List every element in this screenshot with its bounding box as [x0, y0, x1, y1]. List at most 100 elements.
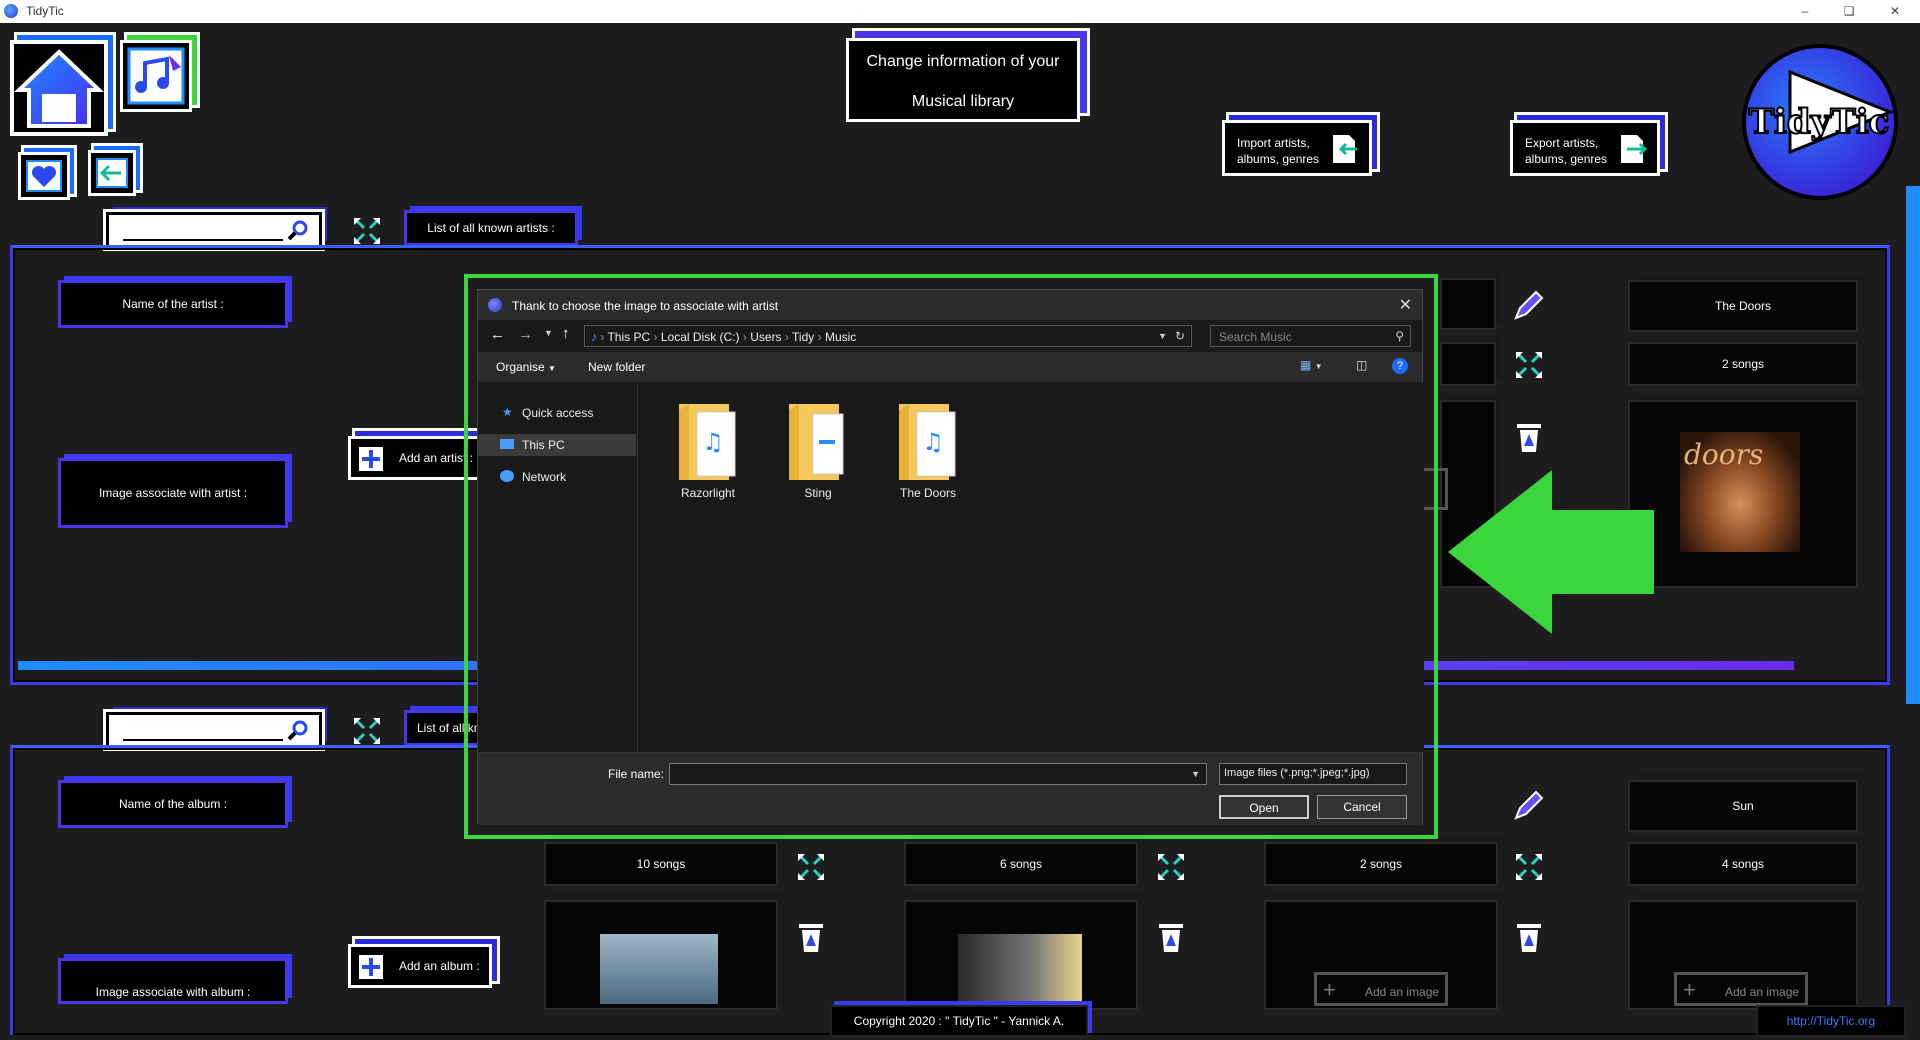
- trash-icon[interactable]: [796, 920, 826, 954]
- green-arrow-indicator: [1448, 470, 1654, 634]
- artist-search-input[interactable]: [123, 223, 283, 241]
- address-bar[interactable]: ♪ › This PC › Local Disk (C:) › Users › …: [584, 325, 1192, 347]
- folder-the-doors[interactable]: ♫ The Doors: [883, 400, 973, 510]
- page-scrollbar[interactable]: [1906, 186, 1920, 704]
- file-name-input[interactable]: ▼: [669, 763, 1207, 785]
- album-image-label: Image associate with album :: [58, 958, 288, 1004]
- add-image-label: Add an image: [1725, 985, 1800, 999]
- folder-label: Sting: [804, 486, 832, 500]
- music-folder-icon: ♫: [679, 404, 736, 480]
- shuffle-icon[interactable]: [796, 852, 826, 882]
- network-icon: [500, 470, 514, 482]
- folder-razorlight[interactable]: ♫ Razorlight: [663, 400, 753, 510]
- organise-label: Organise: [496, 360, 545, 374]
- export-label-2: albums, genres: [1525, 152, 1608, 166]
- artist-search-box[interactable]: [106, 212, 322, 248]
- the-doors-cover: doors: [1680, 432, 1800, 552]
- artist-image-label: Image associate with artist :: [58, 458, 288, 528]
- app-icon: [4, 4, 18, 18]
- preview-pane-icon[interactable]: ◫: [1356, 358, 1367, 372]
- album-card-3-songs: 2 songs: [1264, 842, 1498, 886]
- add-album-label: Add an album :: [399, 959, 480, 973]
- help-icon[interactable]: ?: [1392, 358, 1408, 374]
- favorites-button[interactable]: [18, 152, 70, 200]
- album-card-3-add-image[interactable]: + Add an image: [1314, 972, 1448, 1006]
- album-card-2-songs: 6 songs: [904, 842, 1138, 886]
- home-icon: [13, 49, 105, 128]
- search-icon[interactable]: [287, 219, 309, 241]
- page-banner: Change information of your Musical libra…: [846, 38, 1080, 122]
- banner-line-1: Change information of your: [866, 53, 1060, 70]
- up-arrow-icon[interactable]: ↑: [562, 325, 570, 342]
- edit-icon[interactable]: [1512, 788, 1546, 822]
- nav-quick-access-label: Quick access: [522, 406, 594, 420]
- breadcrumb-users[interactable]: Users: [750, 330, 781, 344]
- shuffle-icon[interactable]: [1514, 852, 1544, 882]
- shuffle-icon[interactable]: [1156, 852, 1186, 882]
- nav-this-pc-label: This PC: [522, 438, 565, 452]
- chevron-down-icon[interactable]: ▼: [544, 328, 553, 338]
- tidytic-logo: TidyTic: [1740, 42, 1900, 202]
- add-album-button[interactable]: Add an album :: [348, 944, 492, 988]
- artist-card-songs: 2 songs: [1628, 342, 1858, 386]
- breadcrumb-tidy[interactable]: Tidy: [792, 330, 814, 344]
- breadcrumb-music[interactable]: Music: [825, 330, 856, 344]
- nav-quick-access[interactable]: ★ Quick access: [478, 402, 636, 424]
- svg-text:♫: ♫: [922, 428, 944, 456]
- cancel-button[interactable]: Cancel: [1317, 795, 1407, 819]
- shuffle-icon[interactable]: [352, 216, 382, 246]
- view-options-icon[interactable]: ▦ ▼: [1300, 358, 1323, 372]
- file-name-label: File name:: [608, 767, 665, 781]
- refresh-icon[interactable]: ↻: [1175, 329, 1185, 343]
- back-arrow-icon[interactable]: ←: [490, 326, 505, 343]
- window-titlebar: TidyTic – ❏ ✕: [0, 0, 1920, 23]
- forward-arrow-icon[interactable]: →: [518, 326, 533, 343]
- open-button[interactable]: Open: [1219, 795, 1309, 819]
- file-list: ♫ Razorlight Sting ♫ The Doors: [639, 382, 1424, 752]
- breadcrumb-local-disk[interactable]: Local Disk (C:): [661, 330, 740, 344]
- organise-menu[interactable]: Organise ▼: [496, 360, 556, 374]
- album-search-box[interactable]: [106, 712, 322, 748]
- shuffle-icon[interactable]: [1514, 350, 1544, 380]
- album-card-4-add-image[interactable]: + Add an image: [1674, 972, 1808, 1006]
- search-music-input[interactable]: Search Music ⚲: [1210, 325, 1411, 347]
- music-folder-icon: ♫: [899, 404, 956, 480]
- edit-icon[interactable]: [1512, 288, 1546, 322]
- import-button[interactable]: Import artists, albums, genres: [1222, 120, 1372, 176]
- nav-this-pc[interactable]: This PC: [478, 434, 636, 456]
- album-card-4-songs: 4 songs: [1628, 842, 1858, 886]
- file-type-value: Image files (*.png;*.jpeg;*.jpg): [1224, 767, 1370, 779]
- breadcrumb-this-pc[interactable]: This PC: [607, 330, 650, 344]
- shuffle-icon[interactable]: [352, 716, 382, 746]
- folder-label: Razorlight: [680, 486, 736, 500]
- arrow-left-icon: [96, 158, 128, 188]
- back-button[interactable]: [88, 150, 136, 196]
- navigation-pane: ★ Quick access This PC Network: [478, 382, 638, 752]
- music-library-button[interactable]: [120, 40, 192, 112]
- home-button[interactable]: [10, 40, 108, 136]
- trash-icon[interactable]: [1514, 920, 1544, 954]
- export-button[interactable]: Export artists, albums, genres: [1510, 120, 1660, 176]
- close-icon[interactable]: ✕: [1399, 295, 1412, 315]
- plus-icon: +: [1323, 977, 1336, 1002]
- restore-button[interactable]: ❏: [1834, 2, 1864, 20]
- chevron-down-icon[interactable]: ▼: [1191, 769, 1200, 779]
- close-window-button[interactable]: ✕: [1880, 2, 1910, 20]
- trash-icon[interactable]: [1514, 420, 1544, 454]
- footer-link[interactable]: http://TidyTic.org: [1756, 1005, 1906, 1037]
- chevron-down-icon[interactable]: ▼: [1158, 331, 1167, 341]
- svg-text:♫: ♫: [702, 428, 724, 456]
- folder-sting[interactable]: Sting: [773, 400, 863, 510]
- search-icon[interactable]: [287, 719, 309, 741]
- artist-card-name: The Doors: [1628, 280, 1858, 332]
- minimize-button[interactable]: –: [1790, 2, 1820, 20]
- search-icon: ⚲: [1395, 329, 1404, 343]
- album-search-input[interactable]: [123, 723, 283, 741]
- folder-label: The Doors: [899, 486, 957, 500]
- file-type-select[interactable]: Image files (*.png;*.jpeg;*.jpg): [1219, 763, 1407, 785]
- nav-network[interactable]: Network: [478, 466, 636, 488]
- plus-icon: [359, 955, 383, 979]
- new-folder-button[interactable]: New folder: [588, 360, 645, 374]
- computer-icon: [500, 439, 514, 449]
- trash-icon[interactable]: [1156, 920, 1186, 954]
